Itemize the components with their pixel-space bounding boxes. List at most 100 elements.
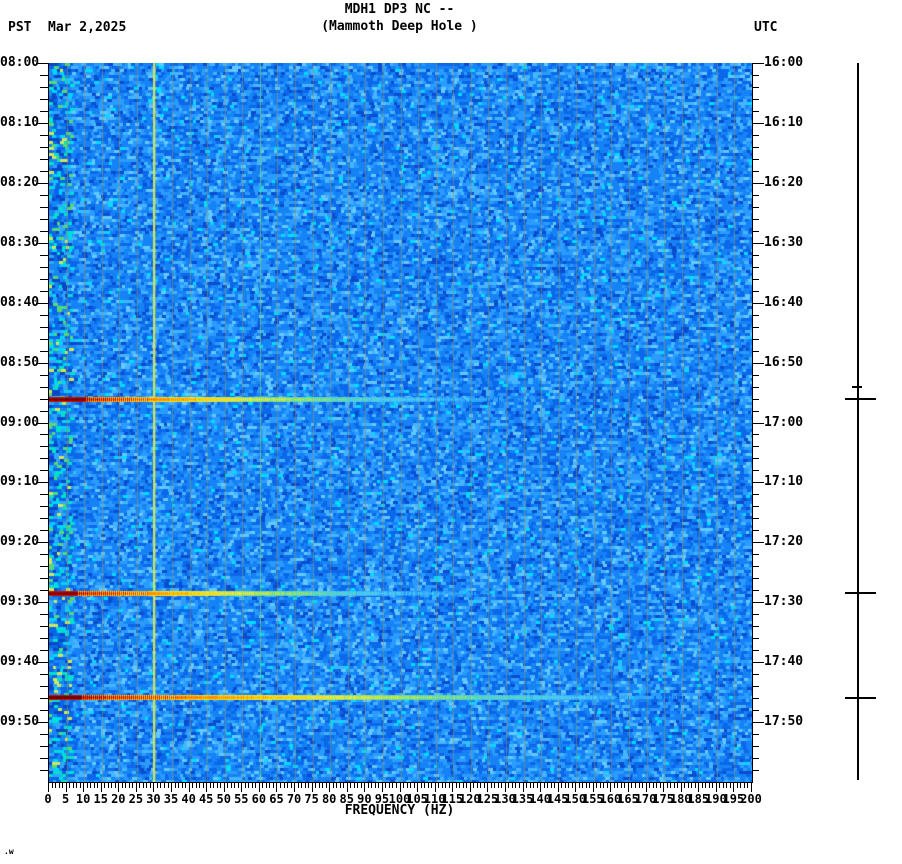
frequency-major-tick [751, 783, 752, 792]
frequency-minor-tick [410, 783, 411, 788]
frequency-minor-tick [368, 783, 369, 788]
frequency-minor-tick [213, 783, 214, 788]
frequency-minor-tick [554, 783, 555, 788]
frequency-major-tick [698, 783, 699, 792]
frequency-minor-tick [132, 783, 133, 788]
frequency-minor-tick [551, 783, 552, 788]
frequency-minor-tick [122, 783, 123, 788]
left-axis-minor-tick [40, 710, 48, 711]
right-axis-minor-tick [752, 255, 759, 256]
frequency-minor-tick [69, 783, 70, 788]
frequency-minor-tick [129, 783, 130, 788]
left-axis-major-tick [36, 423, 48, 424]
frequency-minor-tick [305, 783, 306, 788]
right-axis-minor-tick [752, 159, 759, 160]
frequency-minor-tick [185, 783, 186, 788]
frequency-minor-tick [653, 783, 654, 788]
left-axis-minor-tick [40, 387, 48, 388]
right-axis-minor-tick [752, 506, 759, 507]
frequency-minor-tick [656, 783, 657, 788]
frequency-minor-tick [530, 783, 531, 788]
right-axis-minor-tick [752, 758, 759, 759]
right-axis-minor-tick [752, 339, 759, 340]
frequency-minor-tick [642, 783, 643, 788]
left-axis-minor-tick [40, 195, 48, 196]
frequency-minor-tick [607, 783, 608, 788]
left-axis-label: 08:50 [0, 354, 40, 370]
frequency-major-tick [136, 783, 137, 792]
left-axis-minor-tick [40, 686, 48, 687]
frequency-axis-title: FREQUENCY (HZ) [344, 803, 455, 818]
frequency-major-tick [400, 783, 401, 792]
left-axis-minor-tick [40, 351, 48, 352]
frequency-minor-tick [55, 783, 56, 788]
frequency-minor-tick [480, 783, 481, 788]
frequency-major-tick [101, 783, 102, 792]
frequency-minor-tick [456, 783, 457, 788]
right-axis-minor-tick [752, 75, 759, 76]
frequency-minor-tick [125, 783, 126, 788]
right-axis-minor-tick [752, 375, 759, 376]
frequency-major-tick [312, 783, 313, 792]
frequency-major-tick [663, 783, 664, 792]
frequency-minor-tick [744, 783, 745, 788]
frequency-minor-tick [537, 783, 538, 788]
frequency-minor-tick [308, 783, 309, 788]
frequency-major-tick [153, 783, 154, 792]
frequency-minor-tick [617, 783, 618, 788]
frequency-major-tick [118, 783, 119, 792]
frequency-minor-tick [80, 783, 81, 788]
frequency-minor-tick [52, 783, 53, 788]
left-axis-minor-tick [40, 590, 48, 591]
left-axis-major-tick [36, 542, 48, 543]
right-axis-minor-tick [752, 590, 759, 591]
frequency-major-tick [66, 783, 67, 792]
left-axis-minor-tick [40, 434, 48, 435]
frequency-minor-tick [210, 783, 211, 788]
frequency-minor-tick [375, 783, 376, 788]
frequency-minor-tick [519, 783, 520, 788]
right-axis-minor-tick [752, 554, 759, 555]
right-axis-minor-tick [752, 171, 759, 172]
frequency-minor-tick [396, 783, 397, 788]
frequency-major-tick [364, 783, 365, 792]
right-axis-minor-tick [752, 279, 759, 280]
left-axis-minor-tick [40, 231, 48, 232]
frequency-major-tick [382, 783, 383, 792]
left-axis-minor-tick [40, 375, 48, 376]
frequency-minor-tick [565, 783, 566, 788]
frequency-minor-tick [217, 783, 218, 788]
frequency-minor-tick [544, 783, 545, 788]
right-axis-minor-tick [752, 710, 759, 711]
frequency-major-tick [487, 783, 488, 792]
spectrogram-page: MDH1 DP3 NC -- (Mammoth Deep Hole ) PST … [0, 0, 902, 864]
frequency-minor-tick [59, 783, 60, 788]
right-axis-minor-tick [752, 698, 759, 699]
right-axis-major-tick [752, 363, 764, 364]
left-axis-minor-tick [40, 554, 48, 555]
frequency-minor-tick [192, 783, 193, 788]
frequency-minor-tick [298, 783, 299, 788]
frequency-major-tick [83, 783, 84, 792]
right-axis-minor-tick [752, 111, 759, 112]
left-axis-minor-tick [40, 518, 48, 519]
frequency-major-tick [610, 783, 611, 792]
frequency-minor-tick [515, 783, 516, 788]
frequency-minor-tick [677, 783, 678, 788]
frequency-minor-tick [424, 783, 425, 788]
frequency-minor-tick [589, 783, 590, 788]
frequency-minor-tick [649, 783, 650, 788]
right-axis-minor-tick [752, 650, 759, 651]
left-axis-minor-tick [40, 746, 48, 747]
frequency-minor-tick [407, 783, 408, 788]
right-axis-minor-tick [752, 566, 759, 567]
frequency-minor-tick [533, 783, 534, 788]
frequency-minor-tick [178, 783, 179, 788]
frequency-minor-tick [87, 783, 88, 788]
timezone-left-label: PST [8, 20, 32, 35]
right-axis-label: 16:10 [764, 114, 804, 130]
frequency-minor-tick [614, 783, 615, 788]
left-axis-minor-tick [40, 147, 48, 148]
left-axis-minor-tick [40, 99, 48, 100]
frequency-major-tick [241, 783, 242, 792]
